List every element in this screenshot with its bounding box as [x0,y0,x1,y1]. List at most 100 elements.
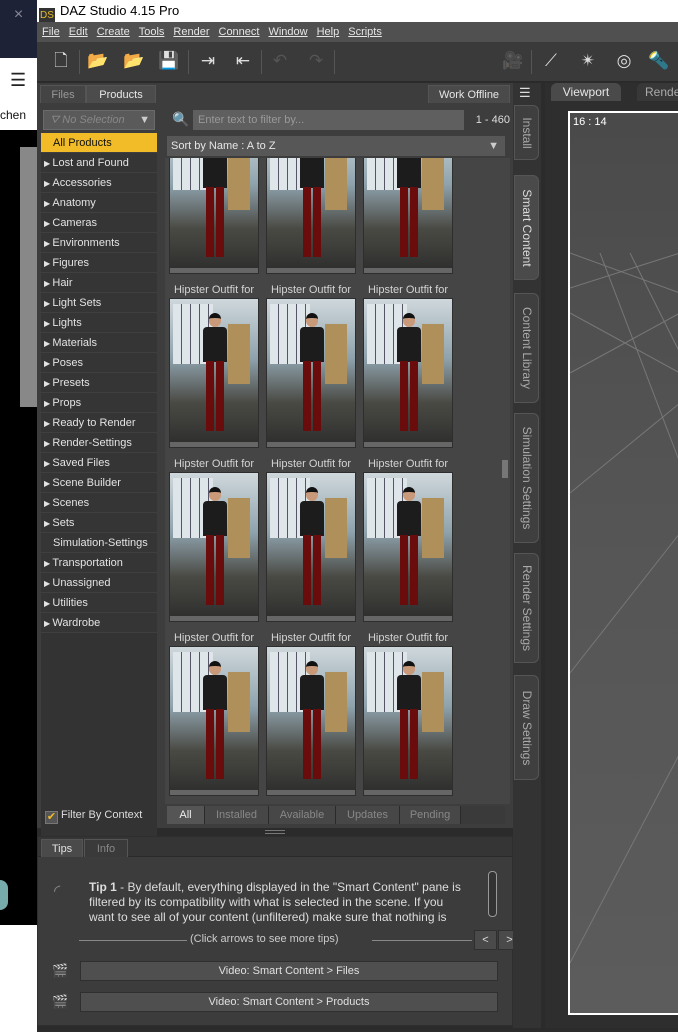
side-tab-simulation-settings[interactable]: Simulation Settings [514,413,539,543]
category-label: Scenes [52,497,90,509]
export-icon[interactable]: ⇤ [232,50,254,72]
category-item[interactable]: ▶ Light Sets [41,293,157,313]
product-item[interactable]: Hipster Outfit forGenesis 8 Male(s) [169,298,259,485]
video-files-button[interactable]: Video: Smart Content > Files [80,961,498,981]
category-item[interactable]: ▶ Wardrobe [41,613,157,633]
side-tab-content-library[interactable]: Content Library [514,293,539,403]
hamburger-menu-icon[interactable]: ☰ [10,70,26,91]
filter-input[interactable]: Enter text to filter by... [193,110,464,130]
filter-funnel-icon: ⛛ [50,114,63,126]
product-item[interactable]: Hipster Outfit forGenesis 8 Male(s) [266,472,356,659]
category-item[interactable]: ▶ Utilities [41,593,157,613]
category-item[interactable]: ▶ Hair [41,273,157,293]
filter-by-context-checkbox[interactable]: ✔ Filter By Context [43,806,155,824]
undo-icon[interactable]: ↶ [269,50,291,72]
import-icon[interactable]: ⇥ [197,50,219,72]
tab-products[interactable]: Products [86,85,156,103]
product-thumbnail [169,646,259,796]
side-tab-draw-settings[interactable]: Draw Settings [514,675,539,780]
create-spotlight-icon[interactable]: 🔦 [648,50,670,72]
menu-create[interactable]: Create [97,22,130,42]
menu-render[interactable]: Render [173,22,209,42]
category-item[interactable]: ▶ Accessories [41,173,157,193]
product-item[interactable]: Hipster Outfit forGenesis 8 Male(s) [363,646,453,804]
category-item[interactable]: ▶ Materials [41,333,157,353]
category-item[interactable]: ▶ Props [41,393,157,413]
tab-pending[interactable]: Pending [400,806,461,824]
grid-scrollbar-handle[interactable] [502,460,508,478]
category-item[interactable]: ▶ Lights [41,313,157,333]
create-distant-light-icon[interactable]: ⟋ [540,50,562,72]
product-item[interactable]: Hipster Outfit forGenesis 8 Male(s) [266,646,356,804]
product-item[interactable]: Hipster Outfit forGenesis 8 Male(s) [169,158,259,311]
side-tab-smart-content[interactable]: Smart Content [514,175,539,280]
category-item[interactable]: ▶ Figures [41,253,157,273]
category-item[interactable]: ▶ Poses [41,353,157,373]
loading-spinner-icon: ◜ [54,883,61,900]
menu-scripts[interactable]: Scripts [348,22,382,42]
product-item[interactable]: Hipster Outfit forGenesis 8 Male(s) [169,646,259,804]
menu-edit[interactable]: Edit [69,22,88,42]
browser-partial-text: chen [0,108,27,122]
redo-icon[interactable]: ↷ [305,50,327,72]
category-item[interactable]: ▶ Anatomy [41,193,157,213]
tab-all[interactable]: All [167,806,205,824]
tab-info[interactable]: Info [84,839,128,857]
splitter-handle[interactable] [265,830,285,834]
side-tab-render-settings[interactable]: Render Settings [514,553,539,663]
product-item[interactable]: Hipster Outfit forGenesis 8 Male(s) [266,298,356,485]
menu-tools[interactable]: Tools [139,22,165,42]
save-icon[interactable]: 💾 [158,50,180,72]
tip-body: - By default, everything displayed in th… [89,880,461,924]
category-item[interactable]: ▶ Cameras [41,213,157,233]
product-item[interactable]: Hipster Outfit forGenesis 8 Male(s) [169,472,259,659]
product-item[interactable]: Hipster Outfit forGenesis 8 Male(s) [363,298,453,485]
menu-window[interactable]: Window [268,22,307,42]
close-icon[interactable]: × [0,0,37,58]
selection-dropdown[interactable]: ⛛ No Selection ▼ [43,110,155,130]
video-products-button[interactable]: Video: Smart Content > Products [80,992,498,1012]
create-linear-point-light-icon[interactable]: ◎ [613,50,635,72]
category-label: Lost and Found [52,157,129,169]
tab-viewport[interactable]: Viewport [551,83,621,101]
sort-dropdown[interactable]: Sort by Name : A to Z ▼ [167,136,505,156]
menu-file[interactable]: File [42,22,60,42]
side-tab-install[interactable]: Install [514,105,539,160]
tab-installed[interactable]: Installed [205,806,269,824]
pane-options-icon[interactable]: ☰ [519,85,531,101]
category-item[interactable]: ▶ Render-Settings [41,433,157,453]
category-label: Transportation [52,557,123,569]
category-item[interactable]: ▶ Sets [41,513,157,533]
work-offline-button[interactable]: Work Offline [428,85,510,103]
tab-available[interactable]: Available [269,806,336,824]
clapperboard-icon: 🎬 [52,963,69,978]
menu-connect[interactable]: Connect [219,22,260,42]
category-item[interactable]: ▶ Lost and Found [41,153,157,173]
tab-tips[interactable]: Tips [41,839,83,857]
tab-render[interactable]: Render [637,83,678,101]
create-point-light-icon[interactable]: ✴ [577,50,599,72]
category-item[interactable]: ▶ Ready to Render [41,413,157,433]
open-icon[interactable]: 📂 [87,50,109,72]
product-item[interactable]: Hipster Outfit forGenesis 8 Male(s) [266,158,356,311]
category-item[interactable]: ▶ Saved Files [41,453,157,473]
category-item[interactable]: Simulation-Settings [41,533,157,553]
create-camera-icon[interactable]: 🎥 [502,50,524,72]
tab-updates[interactable]: Updates [336,806,400,824]
category-item[interactable]: ▶ Unassigned [41,573,157,593]
3d-viewport[interactable]: 16 : 14 [568,111,678,1015]
category-item[interactable]: ▶ Presets [41,373,157,393]
tip-scrollbar[interactable] [488,871,497,917]
category-item[interactable]: ▶ Scenes [41,493,157,513]
merge-icon[interactable]: 📂 [123,50,145,72]
previous-tip-button[interactable]: < [474,930,497,950]
menu-help[interactable]: Help [317,22,340,42]
category-item[interactable]: ▶ Transportation [41,553,157,573]
product-item[interactable]: Hipster Outfit forGenesis 8 Male(s) [363,472,453,659]
tab-files[interactable]: Files [40,85,86,103]
category-item[interactable]: ▶ Environments [41,233,157,253]
category-item[interactable]: ▶ Scene Builder [41,473,157,493]
product-item[interactable]: Hipster Outfit forGenesis 8 Male(s) [363,158,453,311]
new-file-icon[interactable]: 🗋 [50,50,72,72]
category-item[interactable]: All Products [41,133,157,153]
